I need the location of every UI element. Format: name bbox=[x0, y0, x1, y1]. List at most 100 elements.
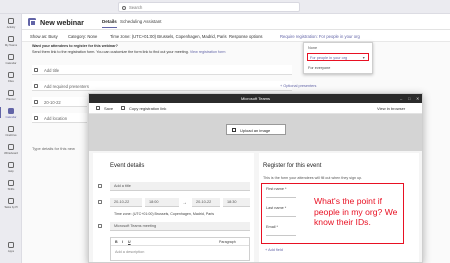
image-icon bbox=[232, 128, 236, 132]
rail-item-calendar-top[interactable]: Calendar bbox=[0, 52, 22, 67]
teams-meeting-icon bbox=[98, 224, 102, 228]
app-rail: Activity My Teams Calendar Files Planner… bbox=[0, 14, 22, 263]
optional-presenters-link[interactable]: + Optional presenters bbox=[280, 84, 316, 88]
title-field[interactable]: Add title bbox=[32, 65, 292, 75]
bold-button[interactable]: B bbox=[115, 240, 118, 244]
menu-option-none[interactable]: None bbox=[308, 46, 317, 50]
chevron-down-icon: ▼ bbox=[362, 55, 366, 60]
save-icon bbox=[96, 106, 100, 110]
registration-subtext: This is the form your attendees will fil… bbox=[263, 176, 363, 180]
location-field[interactable]: Add location bbox=[32, 113, 87, 123]
registration-info-body: Send them link to the registration form.… bbox=[32, 49, 226, 54]
last-name-field[interactable]: Last name * bbox=[266, 206, 286, 210]
add-field-button[interactable]: + Add field bbox=[265, 248, 283, 252]
registration-form-window: Microsoft Teams – □ ✕ Save Copy registra… bbox=[88, 93, 423, 263]
minimize-icon[interactable]: – bbox=[400, 96, 402, 101]
webinar-header: New webinar Details Scheduling Assistant bbox=[22, 14, 450, 30]
calendar-icon bbox=[8, 108, 14, 114]
rail-item-planner[interactable]: Planner bbox=[0, 88, 22, 103]
registration-panel: Register for this event This is the form… bbox=[259, 153, 419, 262]
annotation-comment: What's the point if people in my org? We… bbox=[314, 196, 398, 227]
annotation-box: First name * Last name * Email * What's … bbox=[261, 183, 404, 244]
start-date-input[interactable]: 20-10-22 bbox=[110, 198, 142, 207]
pencil-icon bbox=[34, 67, 38, 72]
location-icon bbox=[34, 115, 38, 120]
registration-heading: Register for this event bbox=[263, 163, 322, 169]
underline-button[interactable]: U bbox=[128, 240, 131, 244]
rail-item-calendar[interactable]: Calendar bbox=[0, 106, 22, 121]
timezone-dropdown[interactable]: Time zone: (UTC+01:00) Brussels, Copenha… bbox=[110, 34, 227, 39]
rail-item-onedrive[interactable]: OneDrive bbox=[0, 124, 22, 139]
whiteboard-icon bbox=[8, 144, 14, 150]
response-options-dropdown[interactable]: Response options bbox=[229, 34, 263, 39]
registration-dropdown[interactable]: Require registration: For people in your… bbox=[280, 34, 360, 39]
event-details-panel: Event details Add a title 20-10-22 18:00… bbox=[93, 153, 254, 262]
clock-icon bbox=[34, 99, 38, 104]
form-body: Event details Add a title 20-10-22 18:00… bbox=[89, 151, 422, 262]
teams-icon bbox=[8, 36, 14, 42]
help-icon bbox=[8, 162, 14, 168]
view-registration-link[interactable]: View registration form bbox=[190, 50, 226, 54]
upload-image-button[interactable]: Upload an image bbox=[226, 124, 286, 135]
menu-option-org-selected[interactable]: For people in your org ▼ bbox=[307, 53, 369, 61]
show-as-dropdown[interactable]: Show as: Busy bbox=[30, 34, 58, 39]
clock-icon bbox=[98, 200, 102, 204]
view-in-browser-button[interactable]: View in browser bbox=[377, 106, 405, 111]
rail-item-files[interactable]: Files bbox=[0, 70, 22, 85]
formatting-toolbar: B I U Paragraph bbox=[111, 238, 249, 246]
italic-button[interactable]: I bbox=[122, 240, 123, 244]
banner-image-area: Upload an image bbox=[89, 114, 422, 151]
meeting-options-bar: Show as: Busy Category: None Time zone: … bbox=[22, 30, 450, 42]
tab-scheduling-assistant[interactable]: Scheduling Assistant bbox=[120, 19, 162, 24]
registration-options-menu: None For people in your org ▼ For everyo… bbox=[303, 42, 373, 74]
end-time-select[interactable]: 18:30 bbox=[223, 198, 250, 207]
event-timezone[interactable]: Time zone: (UTC+01:00) Brussels, Copenha… bbox=[114, 212, 214, 216]
end-date-input[interactable]: 20-10-22 bbox=[192, 198, 220, 207]
rail-item-apps[interactable]: Apps bbox=[0, 240, 22, 255]
event-details-heading: Event details bbox=[110, 163, 145, 169]
planner-icon bbox=[8, 90, 14, 96]
first-name-field[interactable]: First name * bbox=[266, 187, 286, 191]
registration-info: Want your attendees to register for this… bbox=[32, 44, 292, 55]
presenters-field[interactable]: Add required presenters bbox=[32, 81, 292, 91]
email-field[interactable]: Email * bbox=[266, 225, 278, 229]
event-title-input[interactable]: Add a title bbox=[110, 182, 250, 191]
people-icon bbox=[34, 83, 38, 88]
close-icon[interactable]: ✕ bbox=[416, 96, 419, 101]
date-field[interactable]: 20-10-22 bbox=[32, 97, 87, 107]
form-toolbar: Save Copy registration link View in brow… bbox=[89, 103, 422, 114]
calendar-icon bbox=[28, 18, 36, 26]
rail-item-whiteboard[interactable]: Whiteboard bbox=[0, 142, 22, 157]
rail-item-activity[interactable]: Activity bbox=[0, 16, 22, 31]
cloud-icon bbox=[8, 126, 14, 132]
category-dropdown[interactable]: Category: None bbox=[68, 34, 97, 39]
rail-item-help[interactable]: Help bbox=[0, 160, 22, 175]
files-icon bbox=[8, 72, 14, 78]
start-time-select[interactable]: 18:00 bbox=[145, 198, 179, 207]
maximize-icon[interactable]: □ bbox=[408, 96, 410, 101]
copy-registration-link-button[interactable]: Copy registration link bbox=[129, 106, 166, 111]
rail-item-tasks[interactable]: Tasks by Pl bbox=[0, 196, 22, 211]
link-icon bbox=[121, 106, 125, 110]
tab-details[interactable]: Details bbox=[102, 19, 117, 28]
search-icon bbox=[122, 5, 126, 10]
shifts-icon bbox=[8, 180, 14, 186]
menu-option-everyone[interactable]: For everyone bbox=[308, 66, 330, 70]
save-button[interactable]: Save bbox=[104, 106, 113, 111]
rail-item-my-teams[interactable]: My Teams bbox=[0, 34, 22, 49]
bell-icon bbox=[8, 18, 14, 24]
tasks-icon bbox=[8, 198, 14, 204]
arrow-right-icon: → bbox=[182, 200, 187, 206]
title-bar: Search bbox=[0, 0, 450, 14]
apps-icon bbox=[8, 242, 14, 248]
pencil-icon bbox=[98, 184, 102, 188]
meeting-type-field: Microsoft Teams meeting bbox=[110, 222, 250, 231]
rail-item-shifts[interactable]: Shifts bbox=[0, 178, 22, 193]
paragraph-dropdown[interactable]: Paragraph bbox=[219, 240, 236, 244]
page-title: New webinar bbox=[40, 17, 84, 27]
calendar-icon bbox=[8, 54, 14, 60]
description-editor[interactable]: B I U Paragraph Add a description bbox=[110, 237, 250, 261]
window-title-bar: Microsoft Teams – □ ✕ bbox=[89, 94, 422, 103]
details-editor[interactable]: Type details for this new bbox=[32, 146, 75, 151]
search-input[interactable]: Search bbox=[118, 2, 300, 12]
